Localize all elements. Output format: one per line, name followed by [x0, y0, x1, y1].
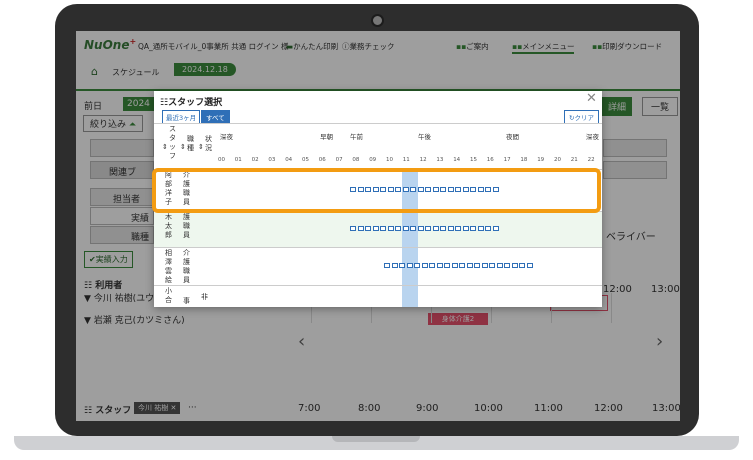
row-divider	[154, 247, 602, 248]
period-label: 早朝	[320, 133, 333, 141]
period-label: 午後	[418, 133, 431, 141]
schedule-cell[interactable]	[466, 263, 473, 268]
period-label: 夜間	[506, 133, 519, 141]
hour-label: 08	[352, 157, 360, 163]
period-label: 深夜	[586, 133, 599, 141]
hour-label: 13	[436, 157, 444, 163]
close-icon[interactable]: ✕	[586, 91, 597, 106]
hour-label: 20	[554, 157, 561, 163]
staff-job: 護職員	[183, 213, 190, 239]
schedule-cell[interactable]	[477, 226, 484, 231]
row-divider	[154, 285, 602, 286]
schedule-cell[interactable]	[432, 226, 439, 231]
schedule-cell[interactable]	[429, 263, 435, 268]
schedule-cell[interactable]	[519, 263, 525, 268]
hour-label: 12	[419, 157, 427, 163]
schedule-cell[interactable]	[492, 226, 499, 231]
schedule-bar	[384, 263, 534, 268]
staff-name[interactable]: 小合	[164, 287, 173, 307]
schedule-cell[interactable]	[350, 226, 356, 231]
schedule-bar	[350, 226, 500, 231]
schedule-cell[interactable]	[365, 226, 371, 231]
schedule-cell[interactable]	[384, 263, 390, 268]
hour-label: 11	[402, 157, 410, 163]
status-column-header: 状況	[205, 135, 212, 152]
schedule-cell[interactable]	[391, 263, 398, 268]
staff-status: 非	[201, 293, 208, 301]
schedule-cell[interactable]	[402, 226, 409, 231]
laptop-notch	[332, 436, 420, 442]
header-divider	[154, 123, 602, 124]
hour-label: 15	[470, 157, 477, 163]
schedule-cell[interactable]	[496, 263, 503, 268]
schedule-cell[interactable]	[451, 263, 458, 268]
schedule-cell[interactable]	[357, 226, 364, 231]
period-label: 午前	[350, 133, 363, 141]
schedule-cell[interactable]	[387, 226, 394, 231]
modal-title: ☷スタッフ選択	[160, 98, 223, 108]
staff-name[interactable]: 木太郎	[164, 213, 173, 240]
hour-label: 00	[218, 157, 225, 163]
hour-label: 10	[386, 157, 393, 163]
schedule-cell[interactable]	[436, 263, 443, 268]
hour-label: 18	[520, 157, 528, 163]
schedule-cell[interactable]	[380, 226, 386, 231]
schedule-cell[interactable]	[511, 263, 518, 268]
hour-label: 06	[318, 157, 326, 163]
camera-icon	[371, 14, 384, 27]
hour-label: 05	[302, 157, 309, 163]
sort-icon[interactable]: ⇕	[198, 143, 204, 151]
schedule-cell[interactable]	[504, 263, 510, 268]
all-button[interactable]: すべて	[201, 110, 230, 124]
schedule-cell[interactable]	[444, 263, 450, 268]
highlight-frame	[152, 168, 601, 213]
hour-label: 03	[268, 157, 276, 163]
schedule-cell[interactable]	[417, 226, 424, 231]
hour-label: 22	[587, 157, 595, 163]
schedule-cell[interactable]	[414, 263, 420, 268]
schedule-cell[interactable]	[425, 226, 431, 231]
hour-label: 07	[335, 157, 343, 163]
schedule-cell[interactable]	[455, 226, 461, 231]
clear-button[interactable]: ↻クリア	[564, 110, 599, 124]
sort-icon[interactable]: ⇕	[162, 143, 168, 151]
staff-job: 事	[183, 297, 190, 305]
period-label: 深夜	[220, 133, 233, 141]
schedule-cell[interactable]	[462, 226, 469, 231]
recent-3-months-button[interactable]: 最近3ヶ月	[162, 110, 201, 124]
hour-label: 16	[486, 157, 494, 163]
schedule-cell[interactable]	[474, 263, 480, 268]
hour-label: 09	[369, 157, 377, 163]
hour-label: 14	[453, 157, 461, 163]
screen: NuOne+ QA_通所モバイル_0事業所 共通 ログイン 様 ▬かんたん印刷 …	[76, 31, 680, 421]
hour-label: 21	[570, 157, 578, 163]
schedule-cell[interactable]	[410, 226, 416, 231]
schedule-cell[interactable]	[470, 226, 476, 231]
staff-job: 介護職員	[183, 249, 190, 284]
schedule-cell[interactable]	[421, 263, 428, 268]
schedule-cell[interactable]	[399, 263, 405, 268]
schedule-cell[interactable]	[406, 263, 413, 268]
schedule-cell[interactable]	[489, 263, 495, 268]
staff-name[interactable]: 相澤雲絵	[164, 249, 173, 285]
hour-label: 19	[537, 157, 545, 163]
schedule-cell[interactable]	[485, 226, 491, 231]
schedule-cell[interactable]	[447, 226, 454, 231]
sort-icon[interactable]: ⇕	[180, 143, 186, 151]
hour-label: 04	[285, 157, 293, 163]
schedule-cell[interactable]	[372, 226, 379, 231]
hour-label: 02	[251, 157, 259, 163]
hour-label: 01	[234, 157, 242, 163]
schedule-cell[interactable]	[481, 263, 488, 268]
staff-column-header: スタッフ	[169, 125, 176, 160]
list-icon: ☷	[160, 98, 169, 108]
schedule-cell[interactable]	[440, 226, 446, 231]
schedule-cell[interactable]	[526, 263, 533, 268]
schedule-cell[interactable]	[459, 263, 465, 268]
hour-label: 17	[503, 157, 511, 163]
schedule-cell[interactable]	[395, 226, 401, 231]
job-column-header: 職種	[187, 135, 194, 152]
